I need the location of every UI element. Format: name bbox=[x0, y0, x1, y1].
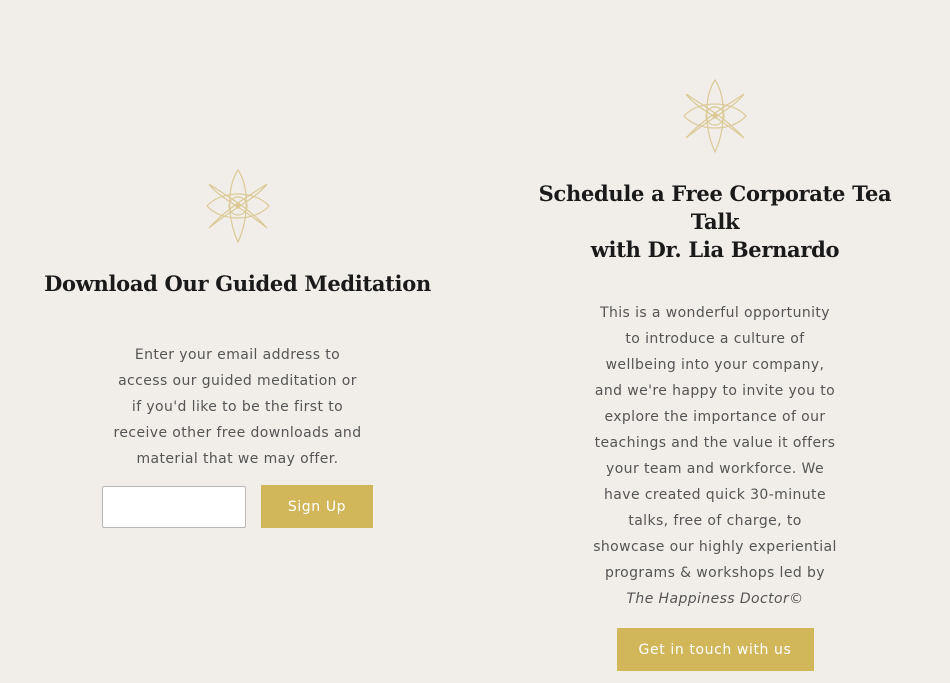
tea-talk-title-line1: Schedule a Free Corporate Tea Talk bbox=[538, 181, 892, 234]
tea-talk-title-line2: with Dr. Lia Bernardo bbox=[590, 237, 840, 262]
meditation-title: Download Our Guided Meditation bbox=[44, 271, 431, 296]
meditation-download-section: Download Our Guided Meditation Enter you… bbox=[40, 168, 435, 530]
brand-name: The Happiness Doctor© bbox=[626, 591, 804, 607]
signup-form: Sign Up bbox=[40, 485, 435, 530]
tea-talk-title: Schedule a Free Corporate Tea Talk with … bbox=[515, 180, 915, 264]
lotus-icon bbox=[205, 168, 270, 244]
get-in-touch-button[interactable]: Get in touch with us bbox=[616, 628, 814, 671]
tea-talk-description-text: This is a wonderful opportunity to intro… bbox=[593, 305, 837, 581]
tea-talk-section: Schedule a Free Corporate Tea Talk with … bbox=[515, 78, 915, 671]
tea-talk-description: This is a wonderful opportunity to intro… bbox=[593, 300, 838, 612]
page: Download Our Guided Meditation Enter you… bbox=[0, 0, 950, 683]
email-input[interactable] bbox=[102, 486, 246, 528]
meditation-description: Enter your email address to access our g… bbox=[113, 347, 362, 467]
sign-up-button[interactable]: Sign Up bbox=[261, 485, 373, 528]
lotus-icon bbox=[683, 78, 747, 154]
